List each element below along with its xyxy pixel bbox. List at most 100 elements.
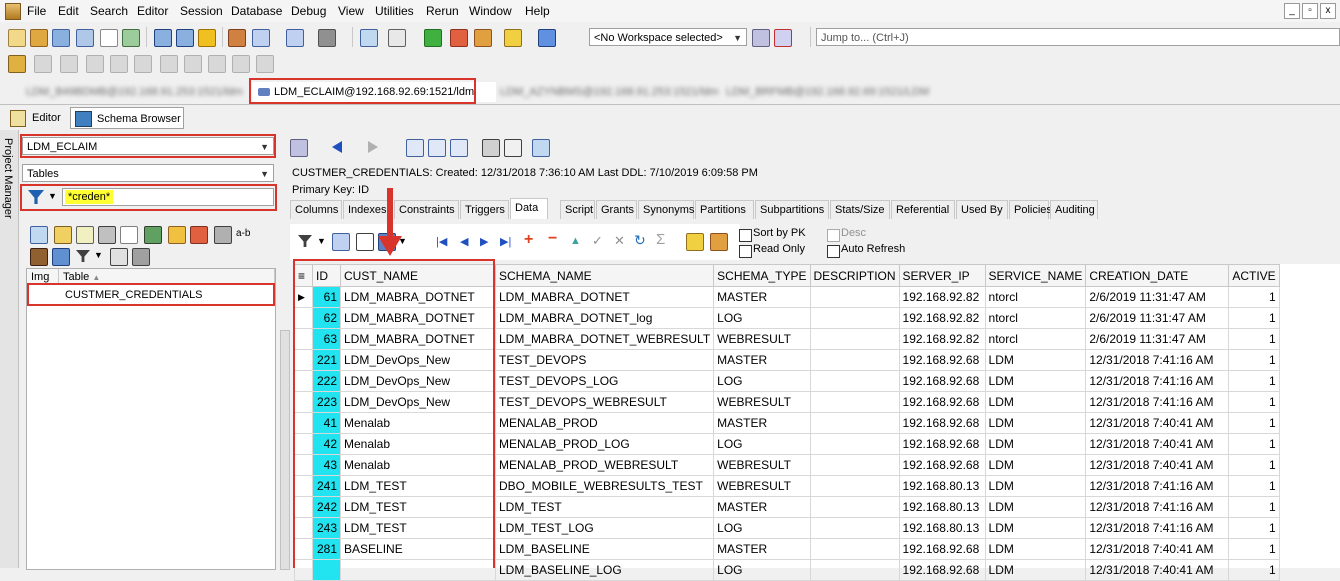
table-row[interactable]: 42 Menalab MENALAB_PROD_LOG LOG 192.168.92.6… — [294, 433, 1280, 455]
menu-editor[interactable]: Editor — [137, 4, 168, 18]
object-type-select[interactable]: Tables ▼ — [22, 164, 274, 182]
cell-schema-name[interactable]: TEST_DEVOPS — [494, 349, 715, 371]
cell-description[interactable] — [809, 433, 900, 455]
cell-schema-name[interactable]: MENALAB_PROD_WEBRESULT — [494, 454, 715, 476]
cell-description[interactable] — [809, 328, 900, 350]
cell-creation-date[interactable]: 12/31/2018 7:41:16 AM — [1085, 349, 1230, 371]
first-record-icon[interactable]: |◀ — [436, 235, 447, 248]
chevron-down-icon[interactable]: ▼ — [317, 236, 326, 246]
import-icon[interactable] — [474, 29, 492, 47]
calculator-icon[interactable] — [214, 226, 232, 244]
list-icon[interactable] — [504, 139, 522, 157]
tab-subpartitions[interactable]: Subpartitions — [755, 200, 829, 219]
cell-description[interactable] — [809, 391, 900, 413]
cell-active[interactable]: 1 — [1228, 517, 1280, 539]
menu-search[interactable]: Search — [90, 4, 128, 18]
delete-record-icon[interactable]: − — [548, 230, 557, 248]
restore-icon[interactable]: ▫ — [1302, 3, 1318, 19]
cell-schema-type[interactable]: LOG — [713, 517, 811, 539]
filter-icon[interactable] — [76, 250, 90, 262]
cell-cust-name[interactable]: BASELINE — [340, 538, 496, 560]
workspace-select[interactable]: <No Workspace selected> ▼ — [589, 28, 747, 46]
cell-schema-name[interactable]: MENALAB_PROD — [494, 412, 715, 434]
cell-server-ip[interactable]: 192.168.92.68 — [898, 412, 986, 434]
cell-description[interactable] — [809, 559, 900, 581]
cell-description[interactable] — [809, 370, 900, 392]
schema-browser-icon[interactable] — [30, 29, 48, 47]
connection-tab[interactable]: LDM_BRFMB@192.168.92.69:1521/LDM — [704, 82, 956, 102]
column-header-schema-type[interactable]: SCHEMA_TYPE — [713, 264, 811, 287]
import-icon[interactable] — [710, 233, 728, 251]
schema-select[interactable]: LDM_ECLAIM ▼ — [22, 137, 274, 155]
table-row[interactable]: 43 Menalab MENALAB_PROD_WEBRESULT WEBRESULT… — [294, 454, 1280, 476]
cell-server-ip[interactable]: 192.168.92.82 — [898, 328, 986, 350]
window2-icon[interactable] — [176, 29, 194, 47]
sort-icon[interactable] — [332, 233, 350, 251]
connection-tab[interactable]: LDM_AZYNBMS@192.168.91.253:1521/ldm — [478, 82, 720, 102]
report-icon[interactable] — [76, 29, 94, 47]
cell-service-name[interactable]: ntorcl — [984, 328, 1087, 350]
cell-id[interactable]: 223 — [312, 391, 341, 413]
cell-service-name[interactable]: LDM — [984, 391, 1087, 413]
table-row[interactable]: 223 LDM_DevOps_New TEST_DEVOPS_WEBRESULT WE… — [294, 391, 1280, 413]
compare-icon[interactable] — [144, 226, 162, 244]
menu-help[interactable]: Help — [525, 4, 550, 18]
cell-cust-name[interactable]: LDM_DevOps_New — [340, 349, 496, 371]
tab-auditing[interactable]: Auditing — [1050, 200, 1098, 219]
cell-cust-name[interactable]: LDM_TEST — [340, 496, 496, 518]
tab-script[interactable]: Script — [560, 200, 595, 219]
grid-view-icon[interactable] — [356, 233, 374, 251]
cell-schema-name[interactable]: TEST_DEVOPS_WEBRESULT — [494, 391, 715, 413]
cell-active[interactable]: 1 — [1228, 349, 1280, 371]
cell-server-ip[interactable]: 192.168.80.13 — [898, 517, 986, 539]
cell-creation-date[interactable]: 12/31/2018 7:40:41 AM — [1085, 433, 1230, 455]
cell-creation-date[interactable]: 2/6/2019 11:31:47 AM — [1085, 328, 1230, 350]
cell-schema-name[interactable]: LDM_MABRA_DOTNET_log — [494, 307, 715, 329]
cell-active[interactable]: 1 — [1228, 412, 1280, 434]
refresh-tree-icon[interactable] — [450, 139, 468, 157]
close-icon[interactable]: x — [1320, 3, 1336, 19]
read-only-checkbox[interactable] — [739, 245, 752, 258]
cell-schema-type[interactable]: MASTER — [713, 412, 811, 434]
cell-id[interactable]: 63 — [312, 328, 341, 350]
table-row[interactable]: 281 BASELINE LDM_BASELINE MASTER 192.168.92.… — [294, 538, 1280, 560]
menu-rerun[interactable]: Rerun — [426, 4, 459, 18]
cell-id[interactable]: 222 — [312, 370, 341, 392]
cell-service-name[interactable]: LDM — [984, 475, 1087, 497]
cell-description[interactable] — [809, 286, 900, 308]
cell-cust-name[interactable]: LDM_DevOps_New — [340, 391, 496, 413]
cell-server-ip[interactable]: 192.168.92.68 — [898, 454, 986, 476]
cell-active[interactable]: 1 — [1228, 559, 1280, 581]
tools-icon[interactable] — [30, 248, 48, 266]
cell-schema-type[interactable]: WEBRESULT — [713, 328, 811, 350]
menu-edit[interactable]: Edit — [58, 4, 79, 18]
cell-cust-name[interactable]: LDM_MABRA_DOTNET — [340, 286, 496, 308]
back-icon[interactable] — [332, 141, 342, 153]
table-row[interactable]: 221 LDM_DevOps_New TEST_DEVOPS MASTER 192.16… — [294, 349, 1280, 371]
cell-active[interactable]: 1 — [1228, 286, 1280, 308]
cell-service-name[interactable]: LDM — [984, 559, 1087, 581]
cell-active[interactable]: 1 — [1228, 538, 1280, 560]
cell-creation-date[interactable]: 2/6/2019 11:31:47 AM — [1085, 307, 1230, 329]
cell-schema-type[interactable]: LOG — [713, 307, 811, 329]
sort-toggle[interactable]: a-b — [236, 228, 250, 239]
edit-record-icon[interactable]: ▲ — [570, 235, 581, 247]
cell-schema-type[interactable]: LOG — [713, 559, 811, 581]
tab-constraints[interactable]: Constraints — [394, 200, 459, 219]
insert-record-icon[interactable]: + — [524, 231, 533, 249]
cell-description[interactable] — [809, 538, 900, 560]
cell-cust-name[interactable]: LDM_TEST — [340, 475, 496, 497]
export-icon[interactable] — [190, 226, 208, 244]
table-row[interactable]: 241 LDM_TEST DBO_MOBILE_WEBRESULTS_TEST WEB… — [294, 475, 1280, 497]
column-header-server-ip[interactable]: SERVER_IP — [898, 264, 986, 287]
chevron-down-icon[interactable]: ▼ — [94, 250, 103, 260]
refresh-all-icon[interactable] — [428, 139, 446, 157]
table-row[interactable]: 41 Menalab MENALAB_PROD MASTER 192.168.92.68… — [294, 412, 1280, 434]
column-header-cust-name[interactable]: CUST_NAME — [340, 264, 496, 287]
view-icon[interactable] — [532, 139, 550, 157]
cell-id[interactable]: 243 — [312, 517, 341, 539]
cell-schema-type[interactable]: MASTER — [713, 496, 811, 518]
tab-synonyms[interactable]: Synonyms — [638, 200, 694, 219]
cell-creation-date[interactable]: 12/31/2018 7:40:41 AM — [1085, 538, 1230, 560]
cell-server-ip[interactable]: 192.168.92.68 — [898, 370, 986, 392]
